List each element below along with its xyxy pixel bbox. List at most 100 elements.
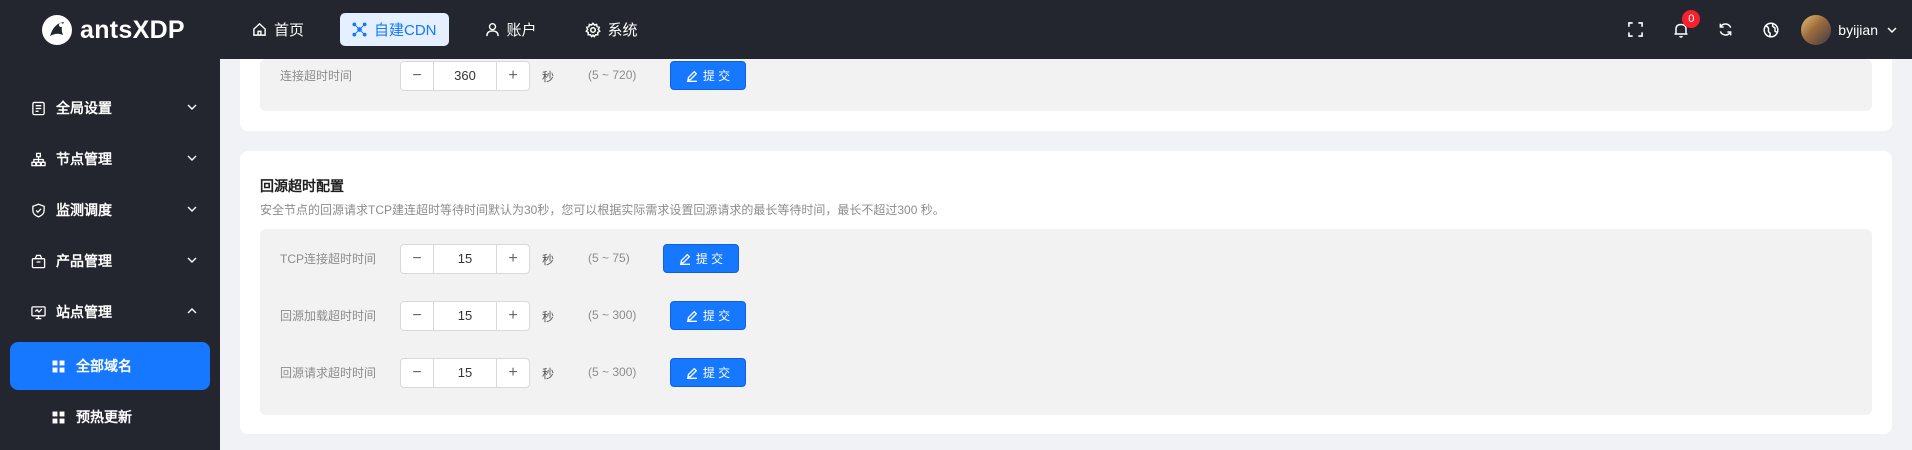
connect-timeout-input[interactable]: 360 bbox=[434, 62, 496, 90]
chevron-up-icon bbox=[187, 308, 197, 314]
nav-label-home: 首页 bbox=[274, 22, 305, 39]
connect-timeout-panel: 连接超时时间 − 360 + 秒 (5 ~ 720) 提 交 bbox=[260, 59, 1872, 111]
sidebar-subitem-label: 全部域名 bbox=[76, 358, 132, 374]
fullscreen-icon bbox=[1628, 22, 1644, 37]
sidebar-subitem-preheat-refresh[interactable]: 预热更新 bbox=[10, 393, 210, 441]
section-description: 安全节点的回源请求TCP建连超时等待时间默认为30秒，您可以根据实际需求设置回源… bbox=[260, 203, 945, 217]
nav-item-account[interactable]: 账户 bbox=[473, 13, 549, 46]
nav-item-home[interactable]: 首页 bbox=[240, 13, 316, 46]
unit-label: 秒 bbox=[542, 367, 555, 381]
range-hint: (5 ~ 720) bbox=[588, 68, 637, 82]
nav-label-system: 系统 bbox=[607, 22, 638, 39]
tcp-timeout-input[interactable]: 15 bbox=[434, 245, 496, 273]
app-logo[interactable]: antsXDP bbox=[40, 12, 185, 48]
tcp-timeout-stepper[interactable]: − 15 + bbox=[400, 244, 530, 274]
globe-icon bbox=[1763, 21, 1779, 38]
increment-button[interactable]: + bbox=[496, 245, 529, 273]
origin-load-timeout-label: 回源加载超时时间 bbox=[280, 309, 377, 323]
unit-label: 秒 bbox=[542, 70, 555, 84]
user-icon bbox=[485, 22, 499, 37]
cluster-icon bbox=[352, 22, 367, 37]
sidebar-item-label: 节点管理 bbox=[56, 151, 112, 167]
section-title: 回源超时配置 bbox=[260, 178, 344, 194]
edit-icon bbox=[679, 253, 691, 265]
origin-request-timeout-label: 回源请求超时时间 bbox=[280, 366, 377, 380]
sidebar-item-label: 全局设置 bbox=[56, 100, 112, 116]
refresh-icon bbox=[1719, 23, 1732, 36]
edit-icon bbox=[686, 367, 698, 379]
fullscreen-button[interactable] bbox=[1613, 0, 1658, 59]
range-hint: (5 ~ 300) bbox=[588, 365, 637, 379]
sidebar: 全局设置 节点管理 监测调度 产品管理 站点管理 全部域名 预热更新 bbox=[0, 59, 220, 450]
top-header: antsXDP 首页 自建CDN 账户 系统 0 byijian bbox=[0, 0, 1912, 59]
edit-icon bbox=[686, 310, 698, 322]
grid-icon bbox=[50, 409, 66, 425]
origin-load-timeout-input[interactable]: 15 bbox=[434, 302, 496, 330]
nav-item-system[interactable]: 系统 bbox=[573, 13, 650, 46]
monitor-icon bbox=[30, 304, 46, 320]
decrement-button[interactable]: − bbox=[401, 245, 434, 273]
submit-label: 提 交 bbox=[702, 309, 731, 323]
sidebar-item-site-management[interactable]: 站点管理 bbox=[10, 288, 210, 336]
increment-button[interactable]: + bbox=[496, 62, 529, 90]
sidebar-item-label: 监测调度 bbox=[56, 202, 112, 218]
origin-timeout-card: 回源超时配置 安全节点的回源请求TCP建连超时等待时间默认为30秒，您可以根据实… bbox=[240, 151, 1892, 434]
shield-icon bbox=[30, 202, 46, 218]
refresh-button[interactable] bbox=[1703, 0, 1748, 59]
notification-button[interactable]: 0 bbox=[1658, 0, 1703, 59]
submit-button[interactable]: 提 交 bbox=[670, 358, 746, 387]
chevron-down-icon bbox=[1887, 26, 1897, 33]
language-button[interactable] bbox=[1748, 0, 1793, 59]
submit-button[interactable]: 提 交 bbox=[663, 244, 739, 273]
connect-timeout-stepper[interactable]: − 360 + bbox=[400, 61, 530, 91]
chevron-down-icon bbox=[187, 104, 197, 110]
user-menu[interactable]: byijian bbox=[1801, 14, 1898, 45]
grid-icon bbox=[50, 358, 66, 374]
submit-label: 提 交 bbox=[702, 69, 731, 83]
submit-button[interactable]: 提 交 bbox=[670, 301, 746, 330]
nav-item-cdn[interactable]: 自建CDN bbox=[340, 13, 449, 46]
range-hint: (5 ~ 75) bbox=[588, 251, 630, 265]
decrement-button[interactable]: − bbox=[401, 302, 434, 330]
top-nav: 首页 自建CDN 账户 系统 bbox=[240, 13, 674, 46]
sidebar-item-product-management[interactable]: 产品管理 bbox=[10, 237, 210, 285]
origin-load-timeout-stepper[interactable]: − 15 + bbox=[400, 301, 530, 331]
sidebar-subitem-label: 预热更新 bbox=[76, 409, 132, 425]
username: byijian bbox=[1838, 21, 1878, 38]
tcp-timeout-label: TCP连接超时时间 bbox=[280, 252, 377, 266]
origin-timeout-panel: TCP连接超时时间 − 15 + 秒 (5 ~ 75) 提 交 回源加载超时时间… bbox=[260, 229, 1872, 415]
range-hint: (5 ~ 300) bbox=[588, 308, 637, 322]
nav-label-account: 账户 bbox=[506, 22, 537, 39]
submit-label: 提 交 bbox=[695, 252, 724, 266]
unit-label: 秒 bbox=[542, 310, 555, 324]
sidebar-item-global-settings[interactable]: 全局设置 bbox=[10, 84, 210, 132]
sidebar-item-node-management[interactable]: 节点管理 bbox=[10, 135, 210, 183]
submit-label: 提 交 bbox=[702, 366, 731, 380]
chevron-down-icon bbox=[187, 155, 197, 161]
origin-request-timeout-stepper[interactable]: − 15 + bbox=[400, 358, 530, 388]
avatar bbox=[1801, 14, 1832, 45]
sidebar-subitem-all-domains[interactable]: 全部域名 bbox=[10, 342, 210, 390]
sidebar-item-label: 产品管理 bbox=[56, 253, 112, 269]
sidebar-item-label: 站点管理 bbox=[56, 304, 112, 320]
unit-label: 秒 bbox=[542, 253, 555, 267]
decrement-button[interactable]: − bbox=[401, 359, 434, 387]
notification-badge: 0 bbox=[1682, 10, 1701, 28]
decrement-button[interactable]: − bbox=[401, 62, 434, 90]
cluster-tree-icon bbox=[30, 151, 46, 167]
chevron-down-icon bbox=[187, 206, 197, 212]
increment-button[interactable]: + bbox=[496, 302, 529, 330]
sidebar-item-monitoring[interactable]: 监测调度 bbox=[10, 186, 210, 234]
connect-timeout-card: 连接超时时间 − 360 + 秒 (5 ~ 720) 提 交 bbox=[240, 59, 1892, 131]
ant-logo-icon bbox=[42, 15, 72, 45]
home-icon bbox=[253, 22, 266, 36]
increment-button[interactable]: + bbox=[496, 359, 529, 387]
nav-label-cdn: 自建CDN bbox=[374, 22, 437, 39]
edit-icon bbox=[686, 70, 698, 82]
submit-button[interactable]: 提 交 bbox=[670, 61, 746, 90]
app-name: antsXDP bbox=[80, 15, 185, 44]
connect-timeout-label: 连接超时时间 bbox=[280, 69, 353, 83]
chevron-down-icon bbox=[187, 257, 197, 263]
origin-request-timeout-input[interactable]: 15 bbox=[434, 359, 496, 387]
settings-panel-icon bbox=[30, 100, 46, 116]
